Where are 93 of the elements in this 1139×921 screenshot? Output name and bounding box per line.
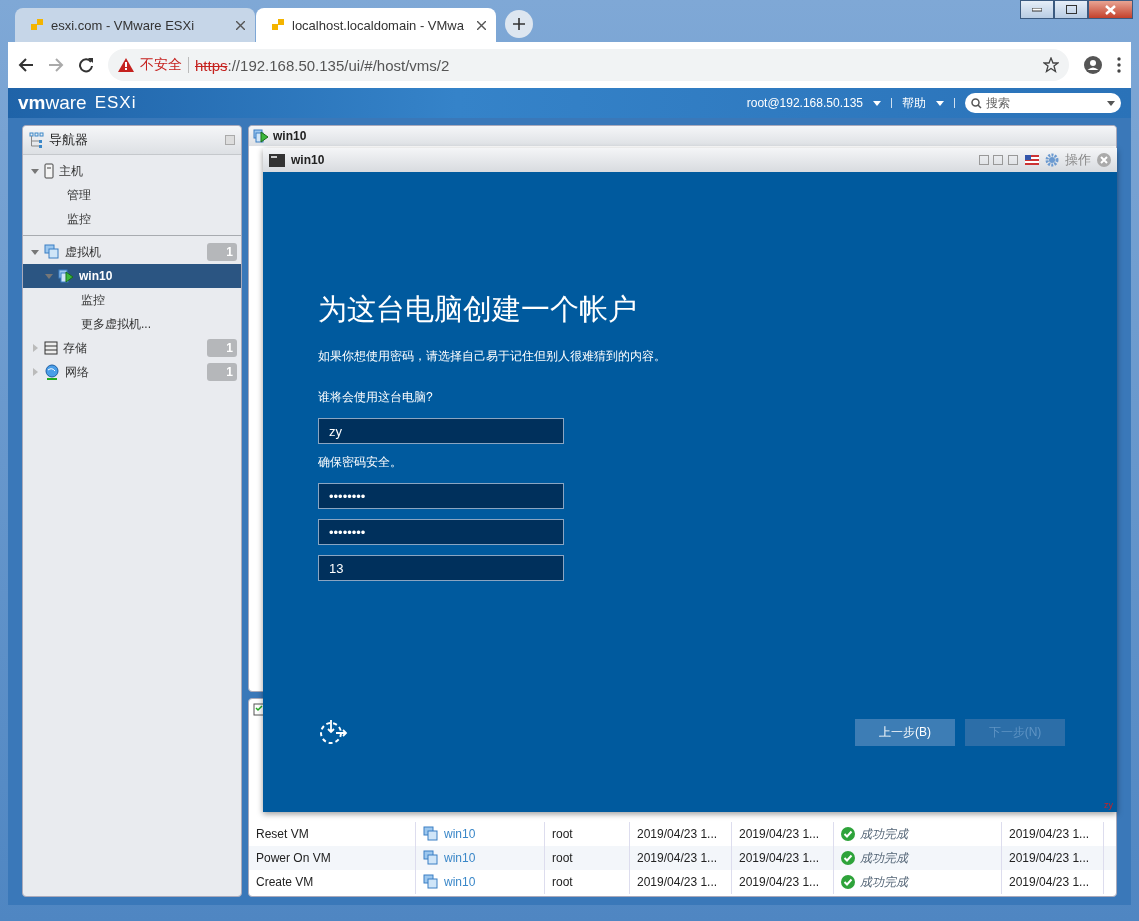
tree-item[interactable]: 虚拟机 1 bbox=[23, 240, 241, 264]
close-button[interactable] bbox=[1088, 0, 1133, 19]
count-badge: 1 bbox=[207, 243, 237, 261]
status-text: 成功完成 bbox=[860, 873, 908, 891]
maximize-button[interactable] bbox=[1054, 0, 1088, 19]
vmware-logo: vmware bbox=[18, 92, 87, 114]
panel-title: 导航器 bbox=[49, 131, 88, 149]
table-cell: root bbox=[545, 870, 630, 894]
star-icon[interactable] bbox=[1043, 57, 1059, 73]
console-icon bbox=[269, 153, 285, 167]
user-menu[interactable]: root@192.168.50.135 bbox=[746, 96, 863, 110]
corner-label: zy bbox=[1104, 800, 1113, 810]
table-cell: 2019/04/23 1... bbox=[1002, 870, 1104, 894]
security-label: 不安全 bbox=[140, 56, 182, 74]
input-field[interactable]: •••••••• bbox=[318, 483, 564, 509]
back-icon[interactable] bbox=[18, 57, 34, 73]
vm-icon bbox=[423, 850, 439, 866]
table-cell: 2019/04/23 1... bbox=[630, 870, 732, 894]
navigator-icon bbox=[29, 132, 45, 148]
close-icon bbox=[1105, 4, 1116, 15]
table-cell: 2019/04/23 1... bbox=[1002, 846, 1104, 870]
success-icon bbox=[841, 827, 855, 841]
status-text: 成功完成 bbox=[860, 849, 908, 867]
maximize-icon bbox=[1065, 5, 1077, 14]
reload-icon[interactable] bbox=[78, 57, 94, 73]
success-icon bbox=[841, 851, 855, 865]
vm-running-icon bbox=[58, 268, 74, 284]
field-label: 确保密码安全。 bbox=[318, 454, 403, 471]
address-bar[interactable]: 不安全 https://192.168.50.135/ui/#/host/vms/2 bbox=[108, 49, 1069, 81]
table-cell: 2019/04/23 1... bbox=[630, 846, 732, 870]
url-text: https://192.168.50.135/ui/#/host/vms/2 bbox=[195, 56, 450, 74]
table-cell: 2019/04/23 1... bbox=[732, 870, 834, 894]
accessibility-icon[interactable] bbox=[318, 718, 348, 746]
vm-link[interactable]: win10 bbox=[444, 851, 476, 865]
browser-tab[interactable]: localhost.localdomain - VMwa bbox=[256, 8, 496, 42]
count-badge: 1 bbox=[207, 363, 237, 381]
caret-icon[interactable] bbox=[873, 100, 881, 106]
minimize-button[interactable] bbox=[1020, 0, 1054, 19]
input-field[interactable]: 13 bbox=[318, 555, 564, 581]
caret-icon bbox=[1107, 100, 1115, 106]
table-cell: root bbox=[545, 846, 630, 870]
tree-item[interactable]: 存储 1 bbox=[23, 336, 241, 360]
expanded-arrow-icon[interactable] bbox=[31, 248, 39, 256]
product-name: ESXi bbox=[94, 93, 137, 113]
tree-item[interactable]: 更多虚拟机... bbox=[23, 312, 241, 336]
vms-icon bbox=[44, 244, 60, 260]
tree-item[interactable]: 主机 bbox=[23, 159, 241, 183]
caret-icon[interactable] bbox=[936, 100, 944, 106]
new-tab-button[interactable] bbox=[505, 10, 533, 38]
tree-item[interactable]: 网络 1 bbox=[23, 360, 241, 384]
vm-link[interactable]: win10 bbox=[444, 875, 476, 889]
table-cell: Power On VM bbox=[249, 846, 416, 870]
vm-icon bbox=[423, 874, 439, 890]
window-title: win10 bbox=[291, 153, 325, 167]
close-icon[interactable] bbox=[477, 20, 486, 30]
count-badge: 1 bbox=[207, 339, 237, 357]
minimize-icon bbox=[1032, 7, 1042, 12]
server-icon bbox=[44, 163, 54, 179]
profile-icon[interactable] bbox=[1083, 55, 1103, 75]
vm-icon bbox=[423, 826, 439, 842]
expanded-arrow-icon[interactable] bbox=[31, 167, 39, 175]
nav-button[interactable]: 上一步(B) bbox=[855, 718, 955, 746]
flag-icon[interactable] bbox=[1025, 155, 1039, 165]
search-field[interactable]: 搜索 bbox=[965, 93, 1121, 113]
field-label: 谁将会使用这台电脑? bbox=[318, 389, 434, 406]
description-text: 如果你想使用密码，请选择自己易于记住但别人很难猜到的内容。 bbox=[318, 348, 667, 365]
table-cell: 2019/04/23 1... bbox=[732, 846, 834, 870]
input-field[interactable]: •••••••• bbox=[318, 519, 564, 545]
tree-item[interactable]: 监控 bbox=[23, 207, 241, 231]
favicon-icon bbox=[272, 19, 284, 31]
vm-link[interactable]: win10 bbox=[444, 827, 476, 841]
tree-item[interactable]: 监控 bbox=[23, 288, 241, 312]
panel-title: win10 bbox=[273, 129, 307, 143]
browser-tab[interactable]: esxi.com - VMware ESXi bbox=[15, 8, 255, 42]
globe-icon bbox=[44, 364, 60, 380]
storage-icon bbox=[44, 341, 58, 355]
tasks-icon bbox=[253, 702, 265, 716]
plus-icon bbox=[513, 18, 525, 30]
success-icon bbox=[841, 875, 855, 889]
gear-icon[interactable] bbox=[1045, 153, 1059, 167]
close-icon[interactable] bbox=[236, 20, 245, 30]
search-icon bbox=[971, 97, 982, 109]
page-heading: 为这台电脑创建一个帐户 bbox=[318, 292, 638, 327]
warning-icon bbox=[118, 58, 134, 72]
menu-icon[interactable] bbox=[1117, 57, 1121, 73]
tree-item[interactable]: win10 bbox=[23, 264, 241, 288]
vm-running-icon bbox=[253, 128, 269, 144]
favicon-icon bbox=[31, 19, 43, 31]
tree-item[interactable]: 管理 bbox=[23, 183, 241, 207]
table-cell: Create VM bbox=[249, 870, 416, 894]
status-text: 成功完成 bbox=[860, 825, 908, 843]
input-field[interactable]: zy bbox=[318, 418, 564, 444]
help-menu[interactable]: 帮助 bbox=[902, 94, 926, 112]
